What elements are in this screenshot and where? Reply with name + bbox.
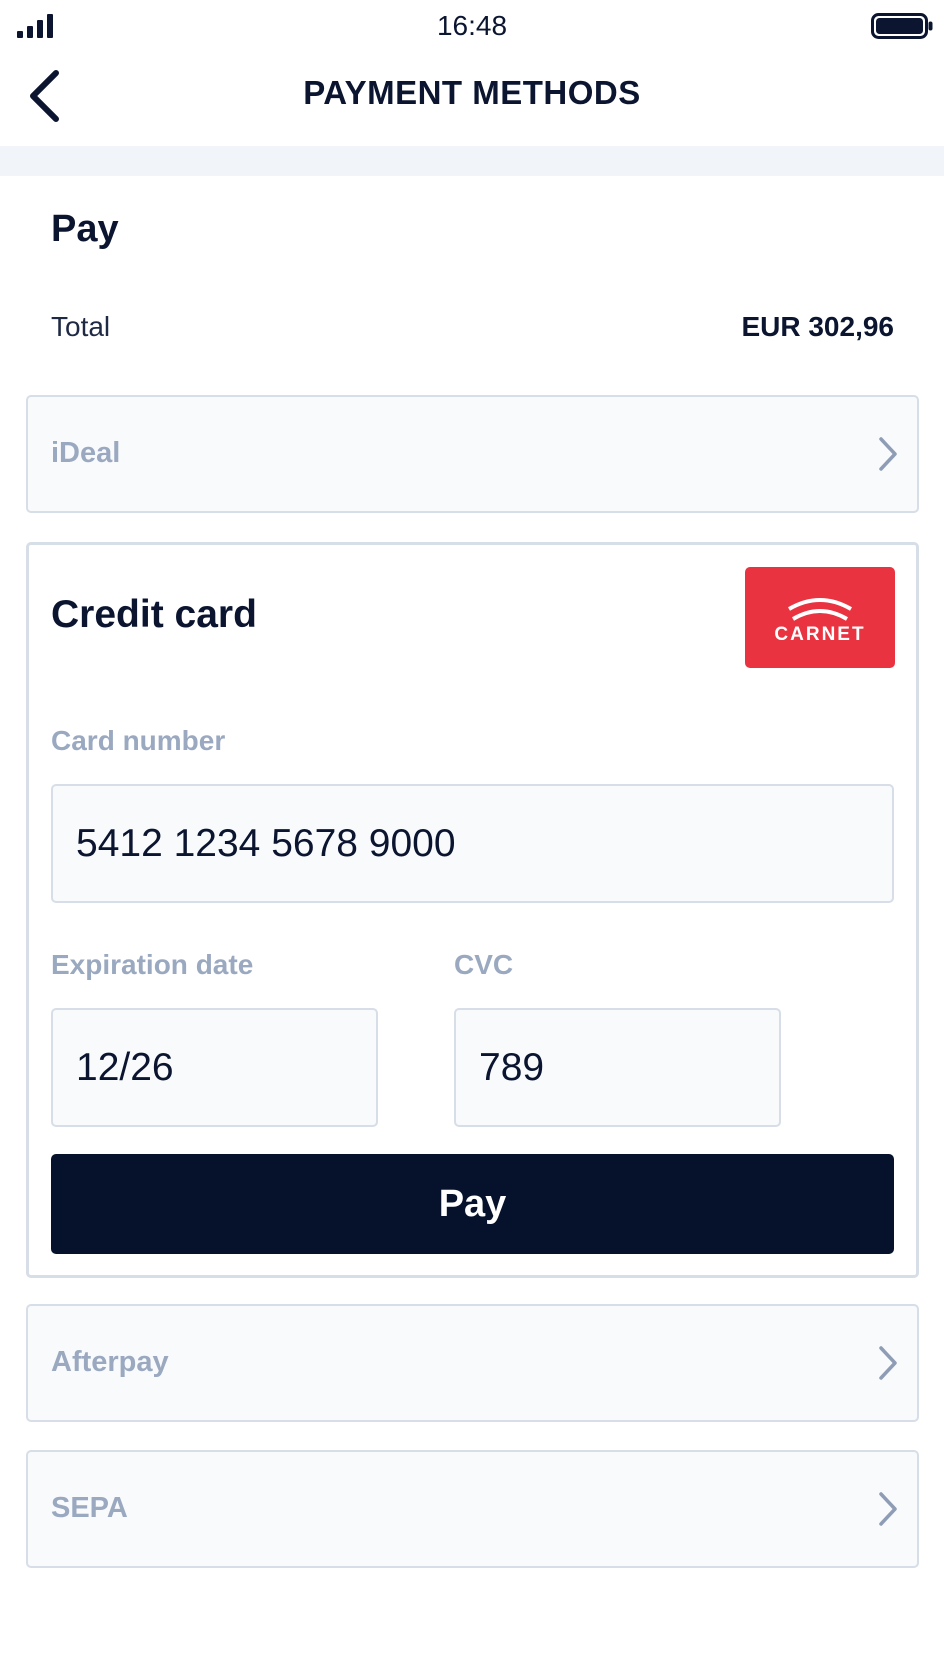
carnet-logo-text: CARNET: [774, 624, 866, 645]
pay-button[interactable]: Pay: [51, 1154, 894, 1254]
pay-heading: Pay: [51, 208, 119, 250]
payment-option-ideal[interactable]: iDeal: [26, 395, 919, 513]
battery-full-icon: [871, 13, 933, 39]
chevron-right-icon: [879, 1492, 897, 1526]
header-divider: [0, 146, 944, 176]
payment-option-label: Afterpay: [51, 1346, 169, 1378]
expiration-date-input[interactable]: [51, 1008, 378, 1127]
credit-card-title: Credit card: [51, 593, 257, 636]
cvc-label: CVC: [454, 949, 514, 980]
card-number-input[interactable]: [51, 784, 894, 903]
credit-card-panel: Credit card CARNET Card number Expiratio…: [26, 542, 919, 1278]
payment-option-sepa[interactable]: SEPA: [26, 1450, 919, 1568]
payment-option-afterpay[interactable]: Afterpay: [26, 1304, 919, 1422]
carnet-arcs-icon: [787, 598, 853, 621]
total-amount: EUR 302,96: [741, 311, 894, 342]
nav-bar: PAYMENT METHODS: [0, 56, 944, 146]
card-number-label: Card number: [51, 725, 226, 756]
page-title: PAYMENT METHODS: [303, 74, 641, 111]
expiration-date-label: Expiration date: [51, 949, 254, 980]
status-bar: 16:48: [0, 0, 944, 56]
carnet-logo: CARNET: [745, 567, 895, 668]
status-time: 16:48: [436, 10, 508, 41]
payment-option-label: SEPA: [51, 1492, 128, 1524]
cvc-input[interactable]: [454, 1008, 781, 1127]
payment-option-label: iDeal: [51, 437, 121, 469]
chevron-right-icon: [879, 437, 897, 471]
chevron-right-icon: [879, 1346, 897, 1380]
total-label: Total: [51, 311, 111, 342]
